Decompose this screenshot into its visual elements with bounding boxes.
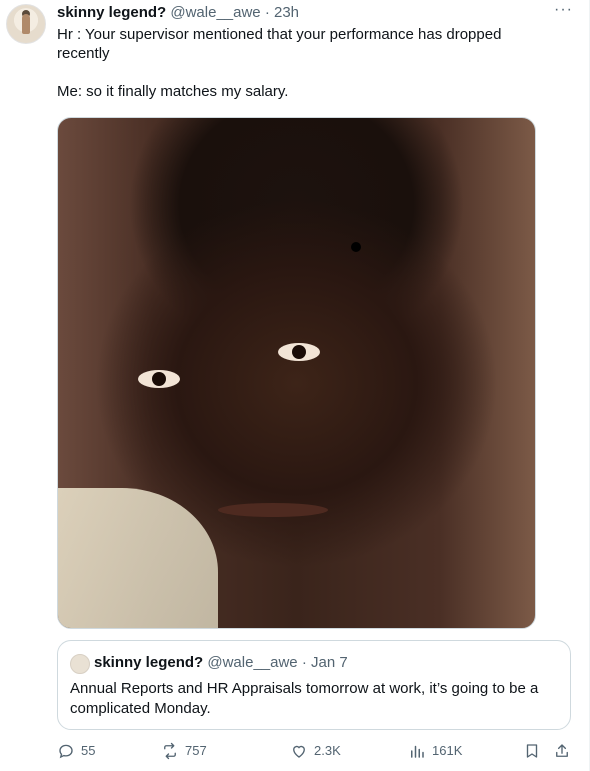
views-icon: [411, 745, 424, 758]
image-left-eye: [138, 370, 180, 388]
more-options-icon[interactable]: ···: [554, 2, 573, 18]
repost-button[interactable]: 757: [161, 740, 207, 762]
reply-icon: [59, 744, 73, 759]
quoted-separator: ·: [301, 654, 307, 671]
image-mouth: [218, 503, 328, 517]
bookmark-button[interactable]: [523, 740, 541, 762]
share-button[interactable]: [553, 740, 571, 762]
handle[interactable]: @wale__awe: [170, 4, 260, 21]
quoted-display-name: skinny legend?: [94, 654, 204, 671]
repost-icon: [164, 742, 176, 760]
image-mole: [351, 242, 361, 252]
quoted-avatar: [70, 654, 90, 674]
views-button[interactable]: 161K: [408, 740, 462, 762]
share-icon: [556, 744, 568, 757]
tweet-image[interactable]: [57, 117, 536, 629]
quoted-text: Annual Reports and HR Appraisals tomorro…: [70, 680, 539, 717]
display-name[interactable]: skinny legend?: [57, 4, 166, 21]
quoted-tweet[interactable]: skinny legend? @wale__awe · Jan 7 Annual…: [57, 640, 571, 730]
like-count: 2.3K: [314, 743, 341, 758]
avatar[interactable]: [6, 4, 46, 44]
timestamp[interactable]: 23h: [274, 4, 299, 21]
avatar-figure-body: [22, 14, 30, 34]
quoted-header: skinny legend? @wale__awe · Jan 7: [94, 654, 348, 672]
reply-count: 55: [81, 743, 96, 758]
separator: ·: [264, 4, 270, 21]
tweet-text-line-1: Hr : Your supervisor mentioned that your…: [57, 26, 502, 62]
bookmark-icon: [526, 744, 538, 758]
tweet-text: Hr : Your supervisor mentioned that your…: [57, 25, 557, 101]
like-button[interactable]: 2.3K: [290, 740, 341, 762]
quoted-date: Jan 7: [311, 654, 348, 671]
tweet-text-line-2: Me: so it finally matches my salary.: [57, 83, 289, 100]
repost-count: 757: [185, 743, 207, 758]
image-shoulder: [58, 488, 218, 628]
tweet-header: skinny legend? @wale__awe · 23h: [57, 4, 299, 22]
action-bar: 55 757 2.3K 161K: [57, 740, 577, 762]
quoted-handle: @wale__awe: [207, 654, 298, 671]
reply-button[interactable]: 55: [57, 740, 95, 762]
image-right-eye: [278, 343, 320, 361]
heart-icon: [293, 745, 305, 758]
views-count: 161K: [432, 743, 463, 758]
